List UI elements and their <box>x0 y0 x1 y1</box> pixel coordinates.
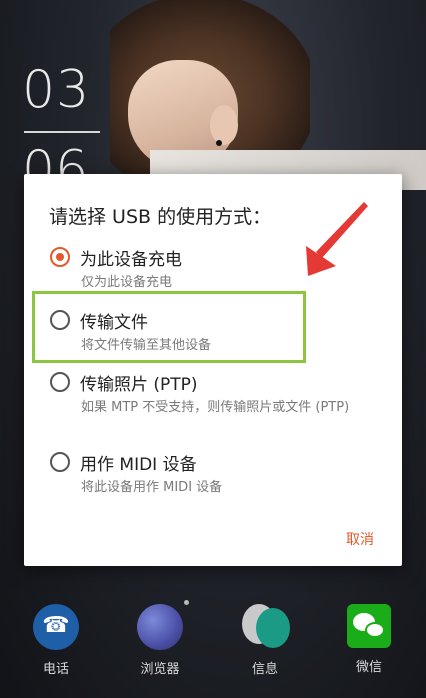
dock-label: 微信 <box>355 660 382 675</box>
wallpaper-ear <box>210 105 238 145</box>
highlight-box <box>32 291 306 363</box>
radio-button[interactable] <box>50 372 70 392</box>
option-label: 传输照片 (PTP) <box>80 375 198 395</box>
wallpaper-earring <box>216 140 222 146</box>
messages-icon <box>242 604 290 650</box>
dock-item-browser[interactable]: 浏览器 <box>125 600 195 677</box>
radio-button-selected[interactable] <box>50 247 70 267</box>
option-description: 如果 MTP 不受支持，则传输照片或文件 (PTP) <box>81 400 350 415</box>
phone-icon <box>33 604 79 650</box>
radio-button[interactable] <box>50 452 70 472</box>
dock-label: 浏览器 <box>140 662 180 677</box>
dock-item-wechat[interactable]: 微信 <box>334 604 404 675</box>
dock-item-messages[interactable]: 信息 <box>230 604 300 677</box>
dialog-title: 请选择 USB 的使用方式： <box>49 206 272 228</box>
dock-item-phone[interactable]: 电话 <box>21 604 91 677</box>
dock-label: 信息 <box>251 662 278 677</box>
browser-icon <box>137 600 189 650</box>
option-label: 为此设备充电 <box>80 250 182 270</box>
clock-divider <box>24 131 100 133</box>
cancel-button[interactable]: 取消 <box>346 529 374 549</box>
app-dock: 电话 浏览器 信息 微信 <box>0 600 426 698</box>
arrow-icon <box>306 202 368 276</box>
dock-label: 电话 <box>42 662 69 677</box>
option-description: 将此设备用作 MIDI 设备 <box>81 480 223 495</box>
clock-hour: 03 <box>22 60 91 120</box>
option-label: 用作 MIDI 设备 <box>80 455 197 475</box>
wechat-icon <box>347 604 391 648</box>
